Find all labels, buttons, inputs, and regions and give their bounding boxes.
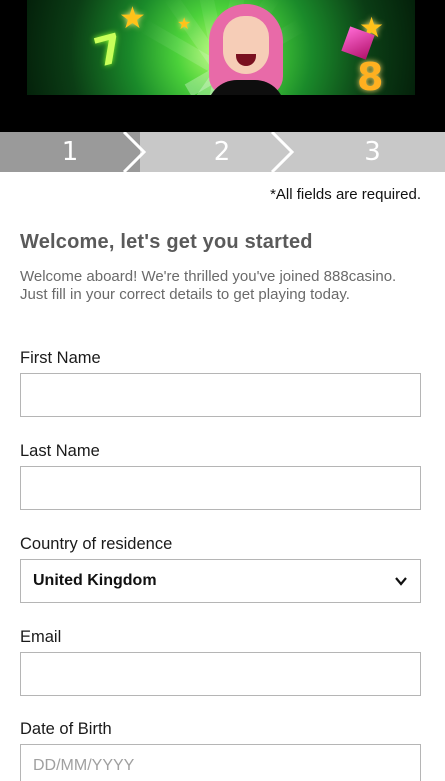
required-note: *All fields are required. bbox=[270, 186, 421, 203]
email-field[interactable] bbox=[20, 652, 421, 696]
chevron-right-icon bbox=[118, 132, 147, 172]
promo-banner: ★ ★ ★ 7 8 bbox=[0, 0, 445, 132]
last-name-label: Last Name bbox=[20, 442, 100, 460]
star-icon: ★ bbox=[177, 14, 192, 33]
form-title: Welcome, let's get you started bbox=[20, 231, 313, 253]
first-name-input[interactable] bbox=[21, 374, 420, 416]
last-name-field[interactable] bbox=[20, 466, 421, 510]
slot-eight-icon: 8 bbox=[357, 55, 384, 95]
step-progress: 1 2 3 bbox=[0, 132, 445, 172]
dob-field[interactable] bbox=[20, 744, 421, 781]
chevron-right-icon bbox=[270, 132, 295, 172]
country-selected-value: United Kingdom bbox=[33, 572, 157, 589]
chevron-down-icon bbox=[395, 577, 407, 586]
dob-label: Date of Birth bbox=[20, 720, 112, 738]
dob-input[interactable] bbox=[21, 745, 420, 781]
star-icon: ★ bbox=[119, 1, 146, 36]
first-name-label: First Name bbox=[20, 349, 101, 367]
mascot-image bbox=[203, 4, 289, 95]
country-label: Country of residence bbox=[20, 535, 173, 553]
step-3: 3 bbox=[364, 137, 381, 167]
first-name-field[interactable] bbox=[20, 373, 421, 417]
last-name-input[interactable] bbox=[21, 467, 420, 509]
email-input[interactable] bbox=[21, 653, 420, 695]
intro-text: Welcome aboard! We're thrilled you've jo… bbox=[20, 268, 397, 303]
email-label: Email bbox=[20, 628, 62, 646]
banner-image: ★ ★ ★ 7 8 bbox=[27, 0, 415, 95]
country-select[interactable]: United Kingdom bbox=[20, 559, 421, 603]
